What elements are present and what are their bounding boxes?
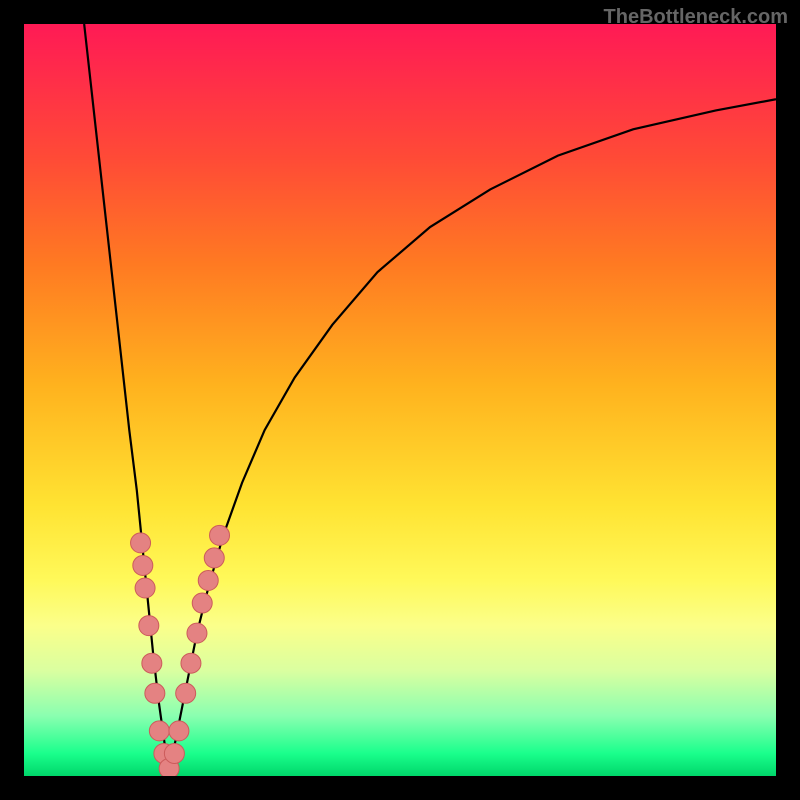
chart-frame — [0, 0, 800, 800]
watermark-text: TheBottleneck.com — [604, 6, 788, 29]
